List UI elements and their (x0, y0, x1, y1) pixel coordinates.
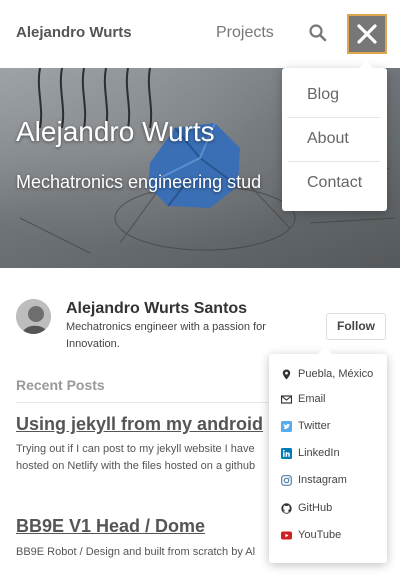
follow-menu-caret (318, 347, 332, 354)
follow-item-label: YouTube (298, 529, 342, 541)
follow-item-label: Instagram (298, 474, 347, 486)
hero-subtitle: Mechatronics engineering stud (16, 172, 262, 192)
search-icon (309, 24, 327, 42)
close-menu-button[interactable] (347, 14, 387, 54)
map-marker-icon (282, 369, 291, 379)
follow-item-label: Puebla, México (298, 368, 374, 380)
follow-item-linkedin[interactable]: LinkedIn (281, 445, 340, 461)
avatar (16, 299, 51, 334)
menu-item-blog[interactable]: Blog (288, 73, 380, 116)
post-excerpt: Trying out if I can post to my jekyll we… (16, 443, 256, 472)
follow-button[interactable]: Follow (326, 313, 386, 340)
recent-posts-heading: Recent Posts (16, 377, 105, 393)
github-icon (281, 502, 292, 514)
youtube-icon (281, 531, 292, 539)
menu-item-contact[interactable]: Contact (288, 161, 380, 204)
follow-item-youtube[interactable]: YouTube (281, 527, 341, 543)
follow-item-label: Email (298, 393, 326, 405)
menu-caret (358, 61, 374, 69)
follow-dropdown-menu: Puebla, México Email Twitter LinkedIn In… (269, 354, 387, 563)
menu-item-about[interactable]: About (288, 117, 380, 160)
close-icon (357, 24, 377, 44)
follow-item-email[interactable]: Email (281, 391, 326, 407)
post-title-link[interactable]: Using jekyll from my android (16, 414, 263, 435)
follow-item-instagram[interactable]: Instagram (281, 472, 347, 488)
twitter-icon (281, 420, 292, 432)
instagram-icon (281, 474, 292, 486)
avatar-image (16, 299, 51, 334)
search-button[interactable] (306, 21, 330, 45)
follow-item-label: Twitter (298, 420, 331, 432)
author-bio: Mechatronics engineer with a passion for… (66, 321, 266, 350)
post-excerpt: BB9E Robot / Design and built from scrat… (16, 546, 256, 558)
site-brand[interactable]: Alejandro Wurts (16, 24, 132, 41)
follow-item-label: GitHub (298, 502, 333, 514)
nav-projects-link[interactable]: Projects (216, 24, 274, 42)
follow-item-github[interactable]: GitHub (281, 500, 332, 516)
envelope-icon (281, 394, 292, 404)
post-title-link[interactable]: BB9E V1 Head / Dome (16, 516, 205, 537)
recent-posts-divider (16, 402, 270, 403)
linkedin-icon (281, 447, 292, 459)
author-name: Alejandro Wurts Santos (66, 300, 248, 317)
follow-item-location: Puebla, México (281, 366, 373, 382)
hero-title: Alejandro Wurts (16, 116, 215, 147)
nav-dropdown-menu: Blog About Contact (282, 68, 387, 211)
site-header: Alejandro Wurts Projects (0, 0, 400, 68)
follow-item-label: LinkedIn (298, 447, 340, 459)
follow-item-twitter[interactable]: Twitter (281, 418, 330, 434)
